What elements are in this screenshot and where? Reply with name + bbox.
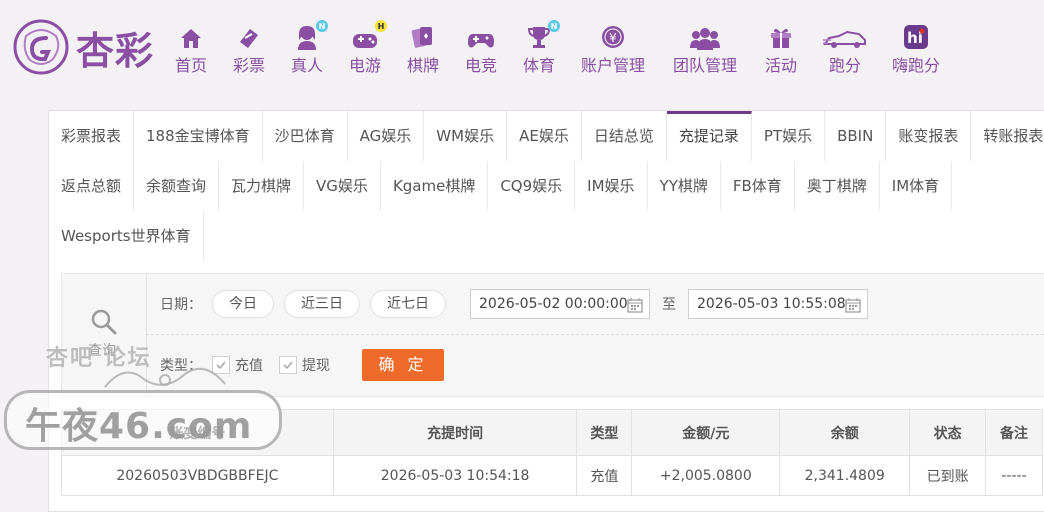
filter-form: 查询 日期： 今日 近三日 近七日 2026-05-02 00:00:00 至 … [61, 273, 1044, 397]
tab-kgame-cards[interactable]: Kgame棋牌 [381, 161, 489, 211]
team-icon [690, 28, 720, 50]
calendar-icon [845, 298, 861, 313]
nav-team[interactable]: 团队管理 [666, 24, 744, 76]
nav-events[interactable]: 活动 [758, 24, 804, 76]
tab-im-sports[interactable]: IM体育 [880, 161, 953, 211]
nav-cards[interactable]: 棋牌 [400, 24, 446, 76]
tab-wali-cards[interactable]: 瓦力棋牌 [219, 161, 305, 211]
records-table: 账变编号 充提时间 类型 金额/元 余额 状态 备注 20260503VBDGB… [61, 409, 1043, 496]
tab-pt[interactable]: PT娱乐 [752, 111, 826, 161]
tab-odin-cards[interactable]: 奥丁棋牌 [795, 161, 880, 211]
tab-bbin[interactable]: BBIN [825, 111, 887, 161]
date-to-label: 至 [662, 297, 676, 313]
gamepad-icon [353, 34, 377, 48]
top-header: 杏彩 首页 彩票 N 真人 H 电游 棋牌 电竞 N 体育 ¥ 账户管理 团队管… [0, 0, 1044, 100]
yen-coin-icon: ¥ [602, 26, 624, 48]
tab-row-2: 返点总额 余额查询 瓦力棋牌 VG娱乐 Kgame棋牌 CQ9娱乐 IM娱乐 Y… [49, 161, 953, 211]
nav-sports[interactable]: N 体育 [516, 20, 562, 76]
nav-lottery[interactable]: 彩票 [226, 24, 272, 76]
tab-fb-sports[interactable]: FB体育 [721, 161, 795, 211]
badge-new: N [316, 20, 328, 32]
badge-new: N [548, 20, 560, 32]
col-remark: 备注 [985, 409, 1043, 456]
nav-hi-run-score[interactable]: hi 嗨跑分 [888, 24, 944, 76]
car-icon [823, 30, 866, 48]
date-label: 日期： [160, 297, 202, 313]
svg-text:¥: ¥ [609, 31, 617, 45]
start-date-input[interactable]: 2026-05-02 00:00:00 [470, 289, 650, 319]
col-time: 充提时间 [332, 409, 578, 456]
range-7days-button[interactable]: 近七日 [370, 290, 446, 318]
cell-status: 已到账 [909, 455, 987, 496]
search-icon [90, 308, 118, 340]
checkmark-icon [212, 356, 230, 374]
type-row: 类型： 充值 提现 确 定 [160, 348, 444, 382]
tab-transfer-report[interactable]: 转账报表 [971, 111, 1044, 161]
cell-type: 充值 [576, 455, 633, 496]
nav-esports[interactable]: 电竞 [458, 24, 504, 76]
tab-im[interactable]: IM娱乐 [575, 161, 648, 211]
tab-daily-summary[interactable]: 日结总览 [582, 111, 667, 161]
checkmark-icon [279, 356, 297, 374]
table-row[interactable]: 20260503VBDGBBFEJC 2026-05-03 10:54:18 充… [61, 455, 1043, 496]
col-amount: 金额/元 [631, 409, 781, 456]
tab-account-change[interactable]: 账变报表 [886, 111, 972, 161]
col-status: 状态 [909, 409, 987, 456]
tab-lottery-report[interactable]: 彩票报表 [49, 111, 135, 161]
range-today-button[interactable]: 今日 [212, 290, 274, 318]
tab-188-sports[interactable]: 188金宝博体育 [134, 111, 263, 161]
tab-ae[interactable]: AE娱乐 [507, 111, 582, 161]
filter-divider [146, 334, 1044, 335]
cell-remark: ----- [985, 455, 1043, 496]
cell-amount: +2,005.0800 [631, 455, 781, 496]
cards-icon [411, 27, 432, 48]
cell-time: 2026-05-03 10:54:18 [332, 455, 578, 496]
tab-cq9[interactable]: CQ9娱乐 [488, 161, 576, 211]
tab-wesports[interactable]: Wesports世界体育 [49, 211, 204, 261]
tab-saba-sports[interactable]: 沙巴体育 [263, 111, 348, 161]
tab-deposit-withdraw[interactable]: 充提记录 [666, 111, 752, 161]
lottery-ticket-icon [240, 29, 258, 48]
site-logo[interactable]: 杏彩 [12, 18, 154, 76]
calendar-icon [627, 298, 643, 313]
range-3days-button[interactable]: 近三日 [284, 290, 360, 318]
tab-ag[interactable]: AG娱乐 [348, 111, 425, 161]
gift-icon [771, 28, 791, 48]
report-panel: 彩票报表 188金宝博体育 沙巴体育 AG娱乐 WM娱乐 AE娱乐 日结总览 充… [48, 110, 1044, 512]
tab-wm[interactable]: WM娱乐 [424, 111, 508, 161]
query-label: 查询 [88, 343, 116, 359]
nav-run-score[interactable]: 跑分 [822, 24, 868, 76]
col-id: 账变编号 [61, 409, 334, 456]
type-withdraw-checkbox[interactable]: 提现 [279, 355, 330, 375]
col-type: 类型 [576, 409, 633, 456]
tab-row-1: 彩票报表 188金宝博体育 沙巴体育 AG娱乐 WM娱乐 AE娱乐 日结总览 充… [49, 111, 1044, 161]
cell-balance: 2,341.4809 [779, 455, 911, 496]
tab-row-3: Wesports世界体育 [49, 211, 204, 261]
nav-live[interactable]: N 真人 [284, 20, 330, 76]
end-date-input[interactable]: 2026-05-03 10:55:08 [688, 289, 868, 319]
badge-hot: H [375, 20, 387, 32]
tab-vg[interactable]: VG娱乐 [304, 161, 381, 211]
apricot-logo-icon [12, 18, 70, 76]
nav-account[interactable]: ¥ 账户管理 [574, 24, 652, 76]
tab-balance-query[interactable]: 余额查询 [134, 161, 220, 211]
confirm-button[interactable]: 确 定 [362, 349, 444, 381]
type-label: 类型： [160, 358, 202, 374]
cell-id: 20260503VBDGBBFEJC [61, 455, 334, 496]
nav-home[interactable]: 首页 [168, 24, 214, 76]
tab-yy-cards[interactable]: YY棋牌 [648, 161, 721, 211]
hi-app-icon: hi [904, 25, 928, 49]
date-row: 日期： 今日 近三日 近七日 2026-05-02 00:00:00 至 202… [160, 288, 868, 320]
home-icon [181, 29, 201, 48]
col-balance: 余额 [779, 409, 911, 456]
logo-text: 杏彩 [76, 27, 155, 73]
esports-controller-icon [468, 34, 494, 48]
main-nav: 首页 彩票 N 真人 H 电游 棋牌 电竞 N 体育 ¥ 账户管理 团队管理 活… [168, 20, 944, 76]
tab-rebate-total[interactable]: 返点总额 [49, 161, 135, 211]
query-side: 查询 [62, 274, 147, 396]
nav-slots[interactable]: H 电游 [342, 20, 388, 76]
table-header-row: 账变编号 充提时间 类型 金额/元 余额 状态 备注 [61, 409, 1043, 456]
type-deposit-checkbox[interactable]: 充值 [212, 355, 263, 375]
